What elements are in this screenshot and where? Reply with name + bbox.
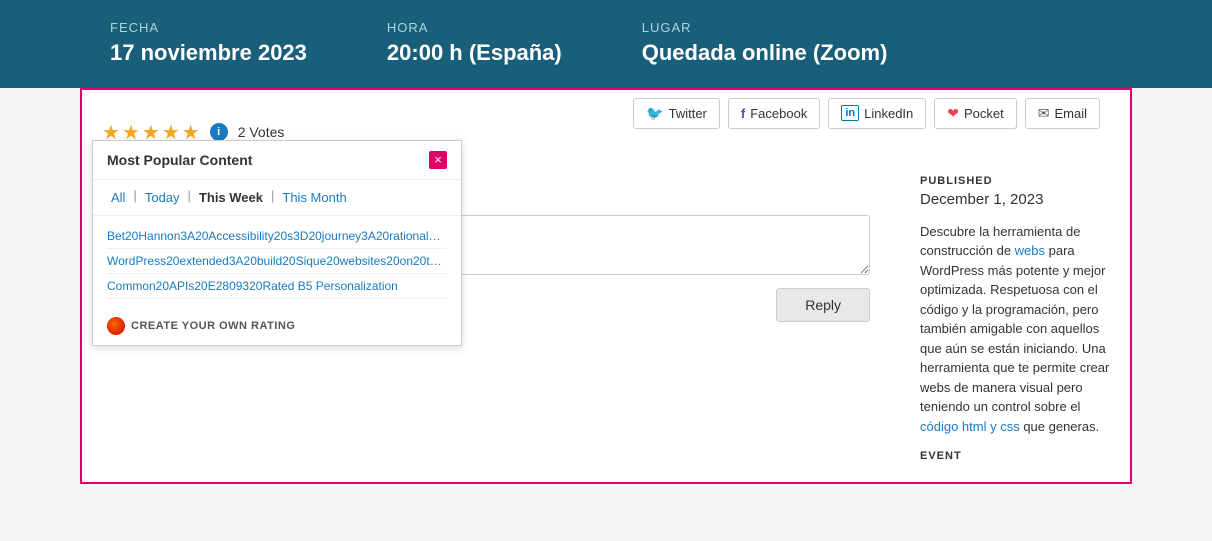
most-popular-popup: Most Popular Content × All | Today | Thi… [92,140,462,346]
pocket-label: Pocket [964,106,1004,121]
lugar-item: LUGAR Quedada online (Zoom) [642,20,888,68]
facebook-label: Facebook [750,106,807,121]
rating-icon [107,317,125,335]
email-label: Email [1054,106,1087,121]
popup-link-3[interactable]: Common20APIs20E2809320Rated B5 Personali… [107,274,447,299]
info-icon[interactable]: i [210,123,228,141]
twitter-label: Twitter [669,106,707,121]
popup-link-1[interactable]: Bet20Hannon3A20Accessibility20s3D20journ… [107,224,447,249]
sidebar-description: Descubre la herramienta de construcción … [920,222,1110,437]
published-date: December 1, 2023 [920,191,1110,208]
right-sidebar: PUBLISHED December 1, 2023 Descubre la h… [910,155,1130,483]
email-button[interactable]: ✉ Email [1025,98,1100,129]
popup-tabs: All | Today | This Week | This Month [93,180,461,216]
popup-title: Most Popular Content [107,152,252,168]
tab-this-week[interactable]: This Week [195,188,267,207]
create-rating-link[interactable]: CREATE YOUR OWN RATING [131,320,295,332]
lugar-value: Quedada online (Zoom) [642,39,888,68]
facebook-button[interactable]: f Facebook [728,98,820,129]
social-bar: 🐦 Twitter f Facebook in LinkedIn ❤ Pocke… [613,98,1120,139]
main-content: ★ ★ ★ ★ ★ i 2 Votes 🐦 Twitter f Facebook… [80,88,1132,485]
tab-all[interactable]: All [107,188,129,207]
linkedin-icon: in [841,105,859,121]
twitter-button[interactable]: 🐦 Twitter [633,98,720,129]
codigo-link[interactable]: código html y css [920,419,1020,434]
popup-header: Most Popular Content × [93,141,461,180]
email-icon: ✉ [1038,105,1050,122]
votes-count: 2 Votes [238,124,285,140]
popup-link-2[interactable]: WordPress20extended3A20build20Sique20web… [107,249,447,274]
event-label: EVENT [920,450,1110,462]
twitter-icon: 🐦 [646,105,663,122]
popup-links: Bet20Hannon3A20Accessibility20s3D20journ… [93,216,461,307]
pocket-button[interactable]: ❤ Pocket [934,98,1016,129]
reply-button[interactable]: Reply [776,288,870,322]
linkedin-button[interactable]: in LinkedIn [828,98,926,129]
popup-overlay: Most Popular Content × All | Today | Thi… [92,140,462,346]
pocket-icon: ❤ [947,105,959,122]
facebook-icon: f [741,106,745,121]
published-label: PUBLISHED [920,175,1110,187]
linkedin-label: LinkedIn [864,106,913,121]
fecha-item: FECHA 17 noviembre 2023 [110,20,307,68]
tab-this-month[interactable]: This Month [278,188,350,207]
popup-footer: CREATE YOUR OWN RATING [93,307,461,345]
lugar-label: LUGAR [642,20,888,35]
hora-value: 20:00 h (España) [387,39,562,68]
hora-item: HORA 20:00 h (España) [387,20,562,68]
popup-close-button[interactable]: × [429,151,447,169]
tab-today[interactable]: Today [141,188,184,207]
fecha-label: FECHA [110,20,307,35]
hora-label: HORA [387,20,562,35]
webs-link[interactable]: webs [1015,243,1045,258]
top-bar: FECHA 17 noviembre 2023 HORA 20:00 h (Es… [0,0,1212,88]
fecha-value: 17 noviembre 2023 [110,39,307,68]
